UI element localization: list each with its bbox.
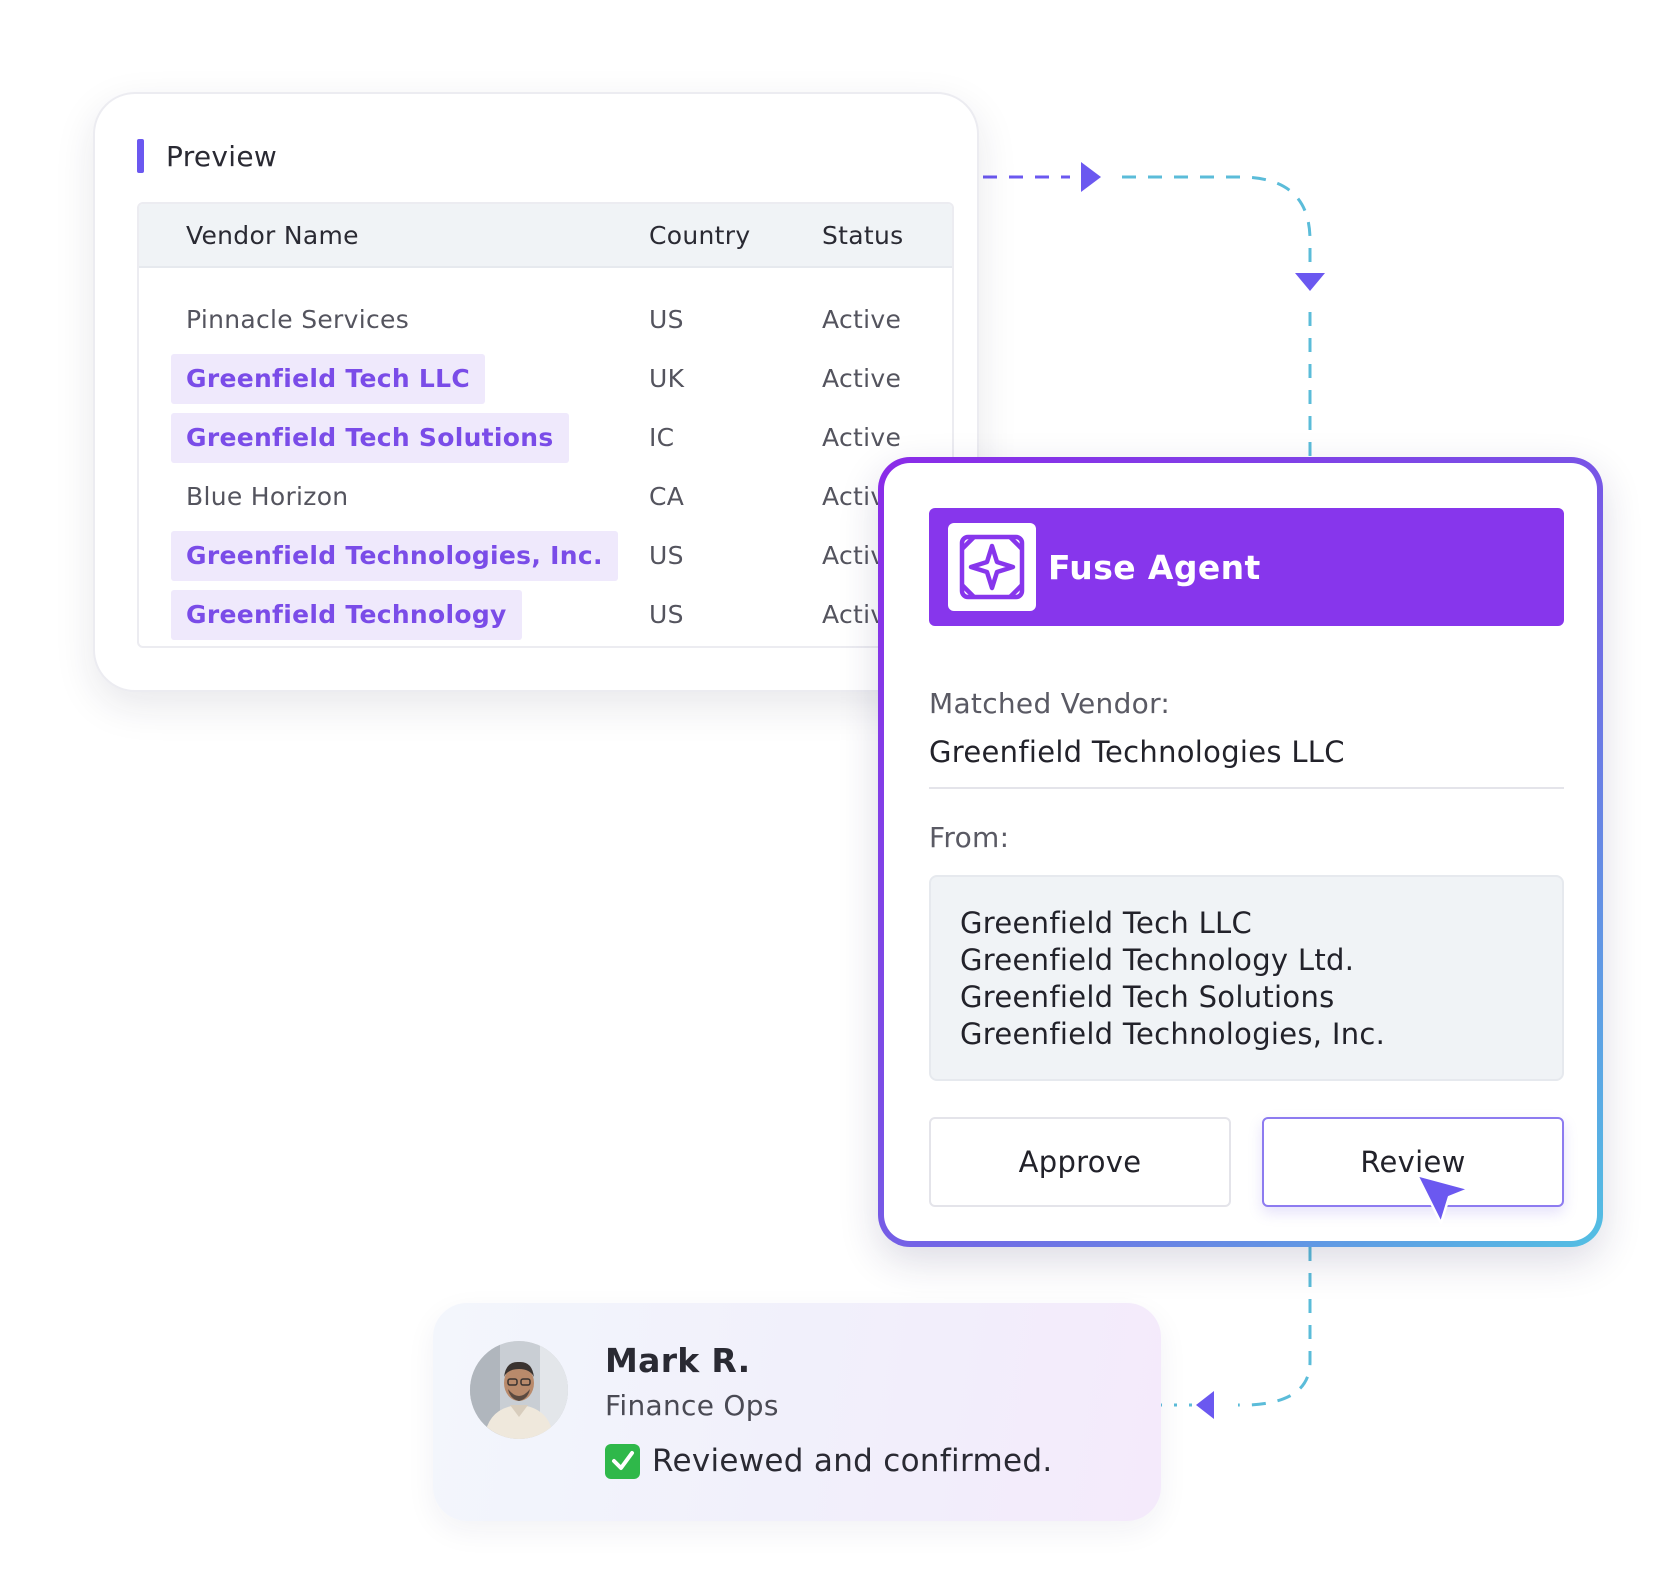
review-button[interactable]: Review [1262, 1117, 1564, 1207]
table-row[interactable]: Greenfield Tech LLC UK Active [139, 349, 952, 408]
list-item: Greenfield Technology Ltd. [960, 943, 1355, 977]
agent-title: Fuse Agent [1048, 547, 1261, 587]
avatar [470, 1341, 568, 1439]
preview-card: Preview Vendor Name Country Status Pinna… [93, 92, 979, 692]
arrow-left-icon [1196, 1391, 1214, 1419]
column-header-vendor[interactable]: Vendor Name [186, 204, 359, 268]
sparkle-icon [948, 523, 1036, 611]
vendor-name-cell-highlighted: Greenfield Tech LLC [171, 354, 486, 404]
country-cell: US [649, 305, 684, 334]
table-row[interactable]: Greenfield Tech Solutions IC Active [139, 408, 952, 467]
table-row[interactable]: Greenfield Technologies, Inc. US Active [139, 526, 952, 585]
preview-heading: Preview [137, 138, 277, 174]
status-cell: Active [822, 305, 902, 334]
agent-header: Fuse Agent [929, 508, 1564, 626]
country-cell: US [649, 541, 684, 570]
table-row[interactable]: Greenfield Technology US Active [139, 585, 952, 644]
vendor-name-cell-highlighted: Greenfield Technology [171, 590, 522, 640]
list-item: Greenfield Tech LLC [960, 906, 1253, 940]
cursor-pointer-icon [1415, 1173, 1471, 1225]
divider [929, 787, 1564, 789]
list-item: Greenfield Tech Solutions [960, 980, 1335, 1014]
fuse-agent-card: Fuse Agent Matched Vendor: Greenfield Te… [878, 457, 1603, 1247]
country-cell: UK [649, 364, 685, 393]
reviewer-role: Finance Ops [605, 1389, 779, 1422]
approve-button[interactable]: Approve [929, 1117, 1231, 1207]
preview-title: Preview [166, 139, 278, 173]
matched-vendor-value: Greenfield Technologies LLC [929, 735, 1345, 769]
from-list: Greenfield Tech LLC Greenfield Technolog… [929, 875, 1564, 1081]
status-cell: Active [822, 364, 902, 393]
check-icon [605, 1443, 640, 1479]
vendor-name-cell-highlighted: Greenfield Technologies, Inc. [171, 531, 618, 581]
column-header-country[interactable]: Country [649, 204, 750, 268]
vendor-name-cell-highlighted: Greenfield Tech Solutions [171, 413, 569, 463]
reviewer-card: Mark R. Finance Ops Reviewed and confirm… [433, 1303, 1161, 1521]
country-cell: US [649, 600, 684, 629]
arrow-right-icon [1081, 162, 1101, 192]
review-status: Reviewed and confirmed. [605, 1443, 1052, 1479]
column-header-status[interactable]: Status [822, 204, 903, 268]
list-item: Greenfield Technologies, Inc. [960, 1017, 1386, 1051]
preview-accent-bar [137, 139, 144, 173]
matched-vendor-label: Matched Vendor: [929, 687, 1171, 720]
country-cell: IC [649, 423, 675, 452]
table-row[interactable]: Pinnacle Services US Active [139, 290, 952, 349]
arrow-down-icon [1295, 273, 1325, 291]
reviewer-name: Mark R. [605, 1341, 751, 1380]
review-status-text: Reviewed and confirmed. [652, 1443, 1053, 1479]
vendor-table: Vendor Name Country Status Pinnacle Serv… [137, 202, 954, 648]
fuse-agent-card-body: Fuse Agent Matched Vendor: Greenfield Te… [884, 463, 1597, 1241]
vendor-name-cell: Pinnacle Services [186, 305, 410, 334]
from-label: From: [929, 821, 1010, 854]
table-header: Vendor Name Country Status [139, 204, 952, 268]
country-cell: CA [649, 482, 685, 511]
status-cell: Active [822, 423, 902, 452]
vendor-name-cell: Blue Horizon [186, 482, 349, 511]
table-row[interactable]: Blue Horizon CA Active [139, 467, 952, 526]
